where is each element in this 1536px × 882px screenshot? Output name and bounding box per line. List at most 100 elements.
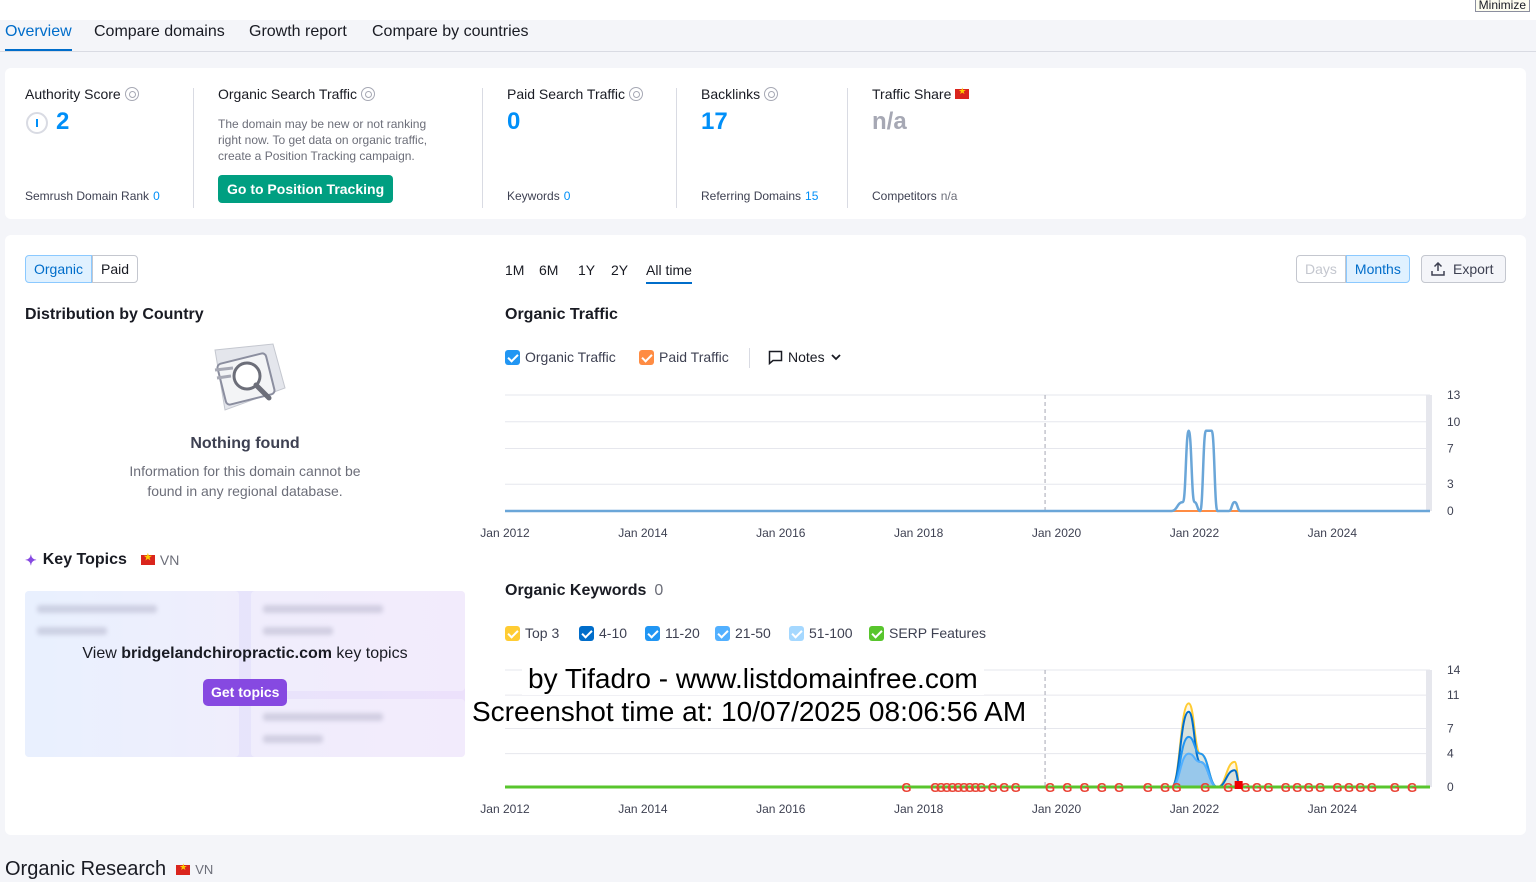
google-serp-marker-icon: G: [1160, 780, 1170, 795]
x-tick-label: Jan 2014: [618, 526, 668, 540]
toggle-organic[interactable]: Organic: [25, 255, 93, 283]
chevron-down-icon: [830, 354, 841, 361]
topic-placeholder-card: [251, 699, 465, 757]
info-icon[interactable]: [629, 87, 644, 101]
organic-traffic-description: The domain may be new or not ranking rig…: [218, 117, 428, 163]
y-tick-label: 0: [1447, 780, 1454, 794]
report-tabs: Overview Compare domains Growth report C…: [0, 20, 1536, 52]
legend-top-3[interactable]: Top 3: [505, 625, 559, 641]
domain-rank-value[interactable]: 0: [153, 189, 160, 203]
period-1y[interactable]: 1Y: [578, 262, 595, 278]
traffic-share-value: n/a: [872, 108, 907, 135]
minimize-button[interactable]: Minimize: [1474, 0, 1530, 12]
tab-growth-report[interactable]: Growth report: [249, 23, 347, 49]
notes-dropdown[interactable]: Notes: [768, 349, 842, 365]
legend-organic-traffic[interactable]: Organic Traffic: [505, 349, 616, 365]
y-tick-label: 3: [1447, 477, 1454, 491]
info-icon[interactable]: [764, 87, 779, 101]
divider: [193, 88, 194, 208]
google-serp-marker-icon: G: [1062, 780, 1072, 795]
google-serp-marker-icon: G: [1011, 780, 1021, 795]
scroll-edge: [1426, 670, 1432, 787]
x-tick-label: Jan 2018: [894, 802, 944, 816]
organic-keywords-count: 0: [654, 582, 664, 599]
x-tick-label: Jan 2016: [756, 802, 806, 816]
y-tick-label: 4: [1447, 747, 1454, 761]
y-tick-label: 0: [1447, 504, 1454, 518]
vietnam-flag-icon: [955, 86, 970, 99]
google-serp-marker-icon: G: [1407, 780, 1417, 795]
competitors: Competitors n/a: [872, 189, 958, 203]
granularity-toggle: Days Months: [1296, 255, 1410, 283]
note-icon: [768, 350, 783, 365]
x-tick-label: Jan 2024: [1308, 802, 1358, 816]
legend-11-20[interactable]: 11-20: [645, 625, 700, 641]
google-serp-marker-icon: G: [1252, 780, 1262, 795]
y-tick-label: 14: [1447, 663, 1461, 677]
google-serp-marker-icon: G: [976, 780, 986, 795]
go-to-position-tracking-button[interactable]: Go to Position Tracking: [218, 175, 394, 203]
distribution-title: Distribution by Country: [25, 306, 204, 323]
divider: [482, 88, 483, 208]
tab-compare-domains[interactable]: Compare domains: [94, 23, 225, 49]
tab-compare-by-countries[interactable]: Compare by countries: [372, 23, 529, 49]
organic-paid-toggle: Organic Paid: [25, 255, 139, 283]
google-serp-marker-icon: G: [901, 780, 911, 795]
x-tick-label: Jan 2016: [756, 526, 806, 540]
y-tick-label: 10: [1447, 415, 1461, 429]
paid-traffic-label: Paid Search Traffic: [507, 86, 644, 102]
period-2y[interactable]: 2Y: [611, 262, 628, 278]
x-tick-label: Jan 2024: [1308, 526, 1358, 540]
authority-score-value[interactable]: 2: [56, 108, 69, 136]
google-serp-marker-icon: G: [1304, 780, 1314, 795]
divider: [749, 348, 750, 368]
google-serp-marker-icon: G: [1367, 780, 1377, 795]
referring-domains-value[interactable]: 15: [805, 189, 818, 203]
info-icon[interactable]: [361, 87, 376, 101]
key-topics-title: ✦ Key Topics VN: [25, 551, 179, 569]
period-1m[interactable]: 1M: [505, 262, 524, 278]
google-serp-marker-icon: G: [1223, 780, 1233, 795]
info-icon[interactable]: [124, 87, 139, 101]
granularity-days[interactable]: Days: [1296, 255, 1346, 283]
magnifier-illustration-icon: [214, 343, 286, 411]
period-6m[interactable]: 6M: [539, 262, 558, 278]
divider: [847, 88, 848, 208]
google-serp-marker-icon: G: [1200, 780, 1210, 795]
x-tick-label: Jan 2022: [1170, 526, 1220, 540]
legend-serp-features[interactable]: SERP Features: [869, 625, 986, 641]
toggle-paid[interactable]: Paid: [92, 255, 139, 283]
tab-overview[interactable]: Overview: [5, 23, 72, 51]
x-tick-label: Jan 2012: [480, 802, 530, 816]
x-tick-label: Jan 2014: [618, 802, 668, 816]
google-serp-marker-icon: G: [1171, 780, 1181, 795]
checkbox-checked[interactable]: [505, 349, 520, 365]
organic-traffic-label: Organic Search Traffic: [218, 86, 376, 102]
y-tick-label: 7: [1447, 722, 1454, 736]
x-tick-label: Jan 2020: [1032, 526, 1082, 540]
nothing-found-text: Information for this domain cannot be fo…: [129, 463, 361, 499]
authority-score-label: Authority Score: [25, 86, 139, 102]
paid-keywords-value[interactable]: 0: [564, 189, 571, 203]
legend-51-100[interactable]: 51-100: [789, 625, 853, 641]
paid-traffic-value[interactable]: 0: [507, 108, 520, 136]
legend-4-10[interactable]: 4-10: [579, 625, 627, 641]
backlinks-value[interactable]: 17: [701, 108, 728, 136]
checkbox-checked[interactable]: [639, 349, 654, 365]
organic-traffic-chart[interactable]: 0 3 7 10 13 Jan 2012 Jan 2014 Jan 2016 Jan 2018 J…: [480, 380, 1500, 545]
legend-21-50[interactable]: 21-50: [715, 625, 771, 641]
backlinks-label: Backlinks: [701, 86, 779, 102]
watermark-line-2: Screenshot time at: 10/07/2025 08:06:56 …: [466, 696, 1033, 728]
export-icon: [1431, 262, 1445, 276]
get-topics-button[interactable]: Get topics: [203, 679, 288, 706]
x-tick-label: Jan 2012: [480, 526, 530, 540]
google-serp-marker-icon: G: [1143, 780, 1153, 795]
google-serp-marker-icon: G: [1097, 780, 1107, 795]
google-serp-marker-icon: G: [1332, 780, 1342, 795]
paid-keywords: Keywords 0: [507, 189, 571, 203]
legend-paid-traffic[interactable]: Paid Traffic: [639, 349, 729, 365]
period-all-time[interactable]: All time: [646, 262, 692, 284]
granularity-months[interactable]: Months: [1345, 255, 1410, 283]
summary-metrics-card: Authority Score 2 Semrush Domain Rank 0 O…: [5, 68, 1526, 219]
export-button[interactable]: Export: [1421, 255, 1506, 283]
